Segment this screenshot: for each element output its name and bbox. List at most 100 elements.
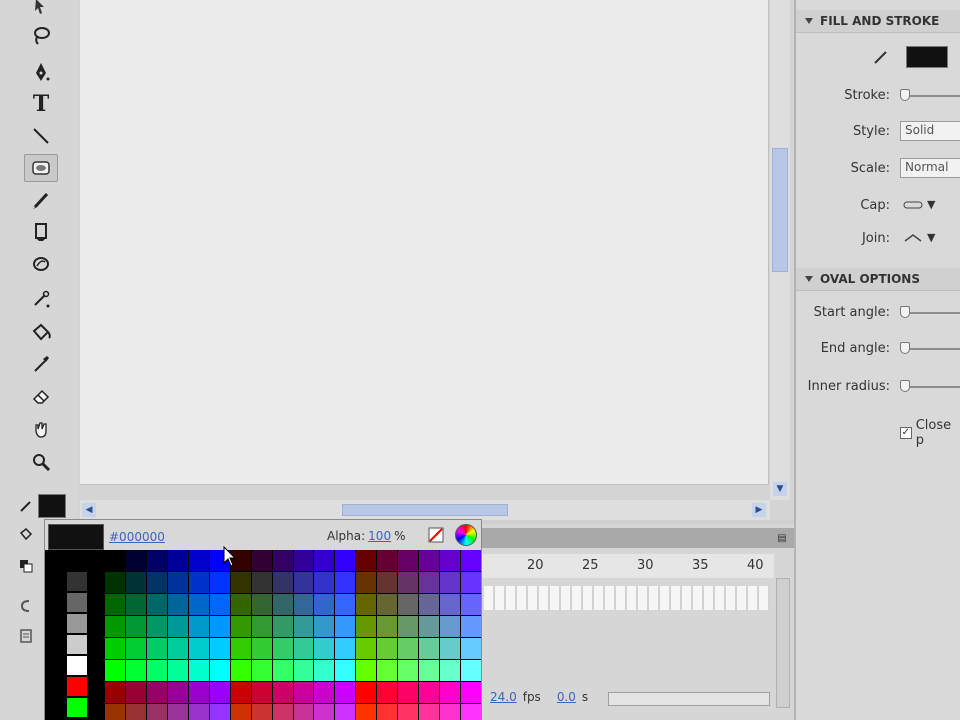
swatch-cell[interactable] (67, 551, 87, 570)
swatch-cell[interactable] (419, 660, 440, 681)
text-tool-icon[interactable]: T (24, 90, 58, 118)
swatch-cell[interactable] (125, 704, 146, 720)
swatch-cell[interactable] (167, 704, 188, 720)
frame-rate-value[interactable]: 24.0 (490, 690, 517, 704)
line-tool-icon[interactable] (24, 122, 58, 150)
swatch-cell[interactable] (67, 572, 87, 591)
swatch-cell[interactable] (440, 572, 461, 593)
end-angle-slider-knob[interactable] (900, 342, 910, 354)
hex-value-field[interactable]: #000000 (109, 530, 165, 544)
swatch-cell[interactable] (188, 682, 209, 703)
vertical-scroll-thumb[interactable] (772, 148, 788, 272)
swatch-cell[interactable] (125, 638, 146, 659)
swatch-cell[interactable] (314, 682, 335, 703)
swatch-cell[interactable] (356, 572, 377, 593)
swatch-cell[interactable] (398, 572, 419, 593)
swatch-cell[interactable] (125, 616, 146, 637)
swatch-cell[interactable] (356, 594, 377, 615)
paint-bucket-tool-icon[interactable] (24, 318, 58, 346)
swatch-cell[interactable] (440, 550, 461, 571)
swatch-cell[interactable] (314, 572, 335, 593)
scroll-left-arrow-icon[interactable]: ◀ (82, 503, 96, 517)
swatch-cell[interactable] (251, 616, 272, 637)
swatch-cell[interactable] (461, 660, 481, 681)
lasso-tool-icon[interactable] (24, 22, 58, 50)
swatch-cell[interactable] (167, 638, 188, 659)
swatch-cell[interactable] (105, 638, 125, 659)
swatch-cell[interactable] (230, 572, 251, 593)
swatch-cell[interactable] (356, 704, 377, 720)
swatch-cell[interactable] (461, 638, 481, 659)
subselection-tool-icon[interactable] (24, 0, 58, 20)
no-color-icon[interactable] (427, 526, 445, 544)
swatch-cell[interactable] (251, 704, 272, 720)
swatch-cell[interactable] (377, 638, 398, 659)
swatch-cell[interactable] (356, 550, 377, 571)
swatch-cell[interactable] (251, 660, 272, 681)
swatch-cell[interactable] (105, 682, 125, 703)
swatch-cell[interactable] (125, 594, 146, 615)
swatch-cell[interactable] (67, 635, 87, 654)
start-angle-slider-knob[interactable] (900, 306, 910, 318)
eyedropper-tool-icon[interactable] (24, 350, 58, 378)
swatch-cell[interactable] (335, 572, 356, 593)
swatch-cell[interactable] (272, 550, 293, 571)
swatch-cell[interactable] (105, 594, 125, 615)
swatch-cell[interactable] (146, 638, 167, 659)
swatch-cell[interactable] (461, 682, 481, 703)
swatch-cell[interactable] (105, 704, 125, 720)
swatch-cell[interactable] (188, 616, 209, 637)
color-picker-wheel-icon[interactable] (455, 524, 477, 546)
fill-stroke-section-header[interactable]: FILL AND STROKE (796, 10, 960, 33)
bone-tool-icon[interactable] (24, 286, 58, 314)
scale-dropdown[interactable]: Normal (900, 158, 960, 178)
brush-tool-icon[interactable] (24, 218, 58, 246)
stroke-color-swatch[interactable] (906, 46, 948, 68)
swatch-cell[interactable] (67, 656, 87, 675)
timeline-vertical-scrollbar[interactable] (776, 578, 790, 708)
swatch-cell[interactable] (209, 682, 230, 703)
alpha-value[interactable]: 100 (368, 529, 391, 543)
swatch-cell[interactable] (293, 550, 314, 571)
swatch-cell[interactable] (398, 704, 419, 720)
swatch-cell[interactable] (125, 550, 146, 571)
swatch-cell[interactable] (146, 594, 167, 615)
swatch-cell[interactable] (440, 682, 461, 703)
swatch-cell[interactable] (398, 616, 419, 637)
swatch-cell[interactable] (398, 660, 419, 681)
snap-magnet-icon[interactable] (18, 598, 34, 614)
timeline-horizontal-scrollbar[interactable] (608, 692, 770, 706)
swatch-cell[interactable] (188, 550, 209, 571)
swatch-cell[interactable] (105, 572, 125, 593)
zoom-tool-icon[interactable] (24, 448, 58, 476)
swatch-cell[interactable] (272, 682, 293, 703)
swatch-cell[interactable] (146, 550, 167, 571)
oval-tool-icon[interactable] (24, 154, 58, 182)
swatch-cell[interactable] (251, 682, 272, 703)
swatch-cell[interactable] (293, 616, 314, 637)
swatch-cell[interactable] (440, 594, 461, 615)
swatch-cell[interactable] (125, 660, 146, 681)
swatch-cell[interactable] (377, 594, 398, 615)
swatch-cell[interactable] (188, 704, 209, 720)
swatch-cell[interactable] (209, 616, 230, 637)
swatch-cell[interactable] (293, 572, 314, 593)
swatch-cell[interactable] (272, 660, 293, 681)
swatch-cell[interactable] (146, 704, 167, 720)
swatch-cell[interactable] (167, 550, 188, 571)
swatch-cell[interactable] (188, 660, 209, 681)
swatch-cell[interactable] (356, 660, 377, 681)
swatch-cell[interactable] (209, 660, 230, 681)
scroll-right-arrow-icon[interactable]: ▶ (752, 503, 766, 517)
swatch-cell[interactable] (105, 660, 125, 681)
horizontal-scroll-thumb[interactable] (342, 504, 508, 516)
swatch-cell[interactable] (377, 704, 398, 720)
swatch-cell[interactable] (419, 704, 440, 720)
swatch-cell[interactable] (335, 638, 356, 659)
swatch-cell[interactable] (293, 594, 314, 615)
stroke-slider-knob[interactable] (900, 89, 910, 101)
swatch-cell[interactable] (440, 616, 461, 637)
swatch-cell[interactable] (188, 638, 209, 659)
swatch-cell[interactable] (67, 677, 87, 696)
swatch-cell[interactable] (419, 550, 440, 571)
